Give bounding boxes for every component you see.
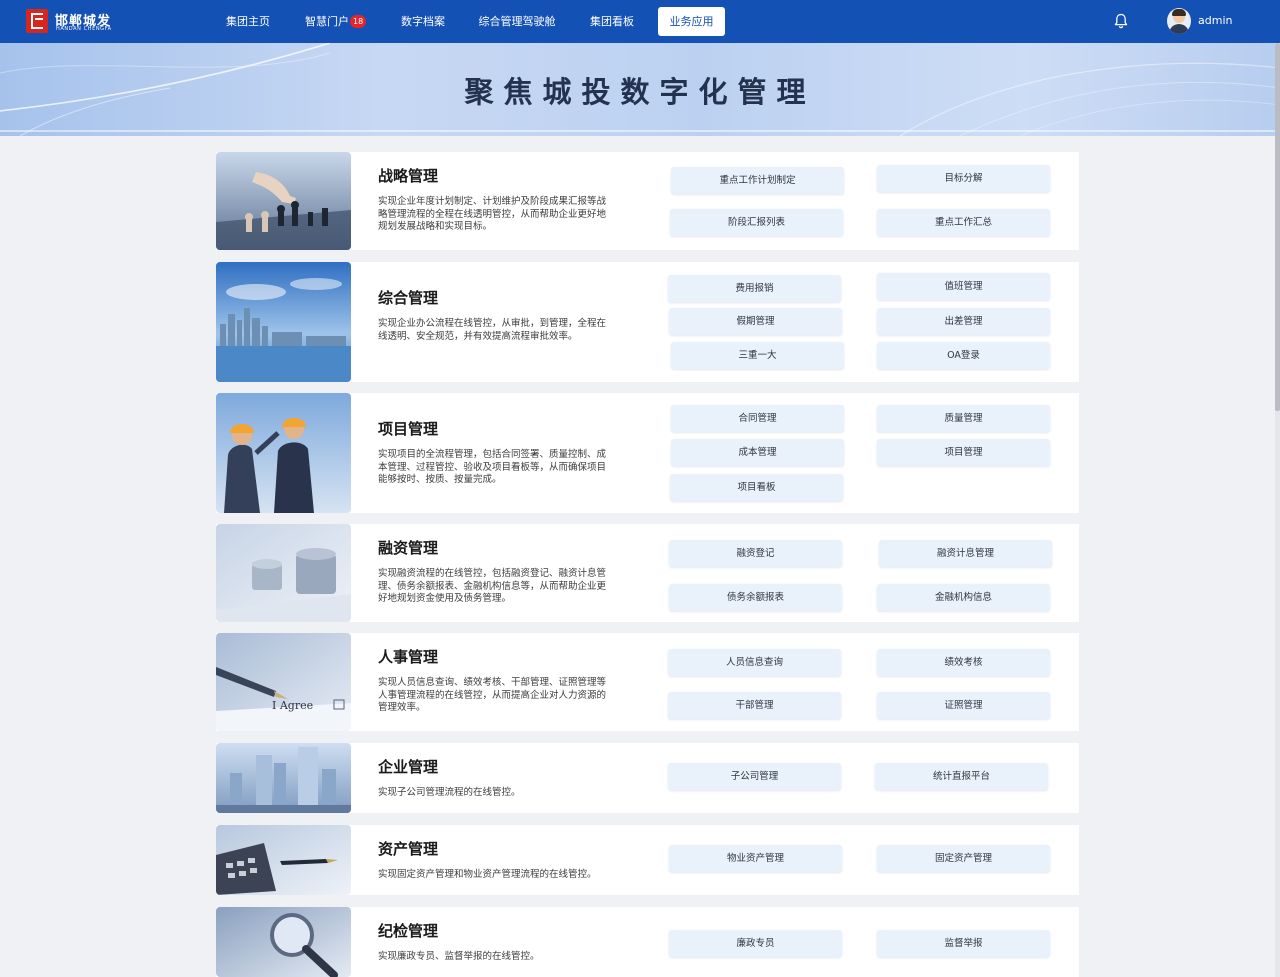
nav-digital-archive[interactable]: 数字档案 xyxy=(397,7,449,36)
username-label[interactable]: admin xyxy=(1198,14,1232,27)
notification-count-badge: 18 xyxy=(350,15,367,28)
link-financial-institution-info[interactable]: 金融机构信息 xyxy=(877,584,1050,611)
banner-title: 聚焦城投数字化管理 xyxy=(464,75,816,109)
link-quality-management[interactable]: 质量管理 xyxy=(877,405,1050,432)
link-subsidiary-management[interactable]: 子公司管理 xyxy=(668,763,841,790)
module-description: 实现项目的全流程管理，包括合同签署、质量控制、成本管理、过程管控、验收及项目看板… xyxy=(378,449,607,485)
module-title: 综合管理 xyxy=(378,289,439,307)
user-avatar[interactable] xyxy=(1167,8,1191,34)
link-project-board[interactable]: 项目看板 xyxy=(670,474,843,501)
module-title: 战略管理 xyxy=(378,167,439,185)
link-debt-balance-report[interactable]: 债务余额报表 xyxy=(669,584,842,611)
link-key-work-summary[interactable]: 重点工作汇总 xyxy=(877,209,1050,236)
logo-english-name: HANDAN CHENGFA xyxy=(56,26,112,32)
project-engineers-photo xyxy=(216,393,351,513)
link-duty-management[interactable]: 值班管理 xyxy=(877,273,1050,300)
logo-mark-icon xyxy=(26,9,48,33)
module-card-hr: I Agree 人事管理 实现人员信息查询、绩效考核、干部管理、证照管理等人事管… xyxy=(216,633,1079,731)
link-performance-review[interactable]: 绩效考核 xyxy=(877,649,1050,676)
page-banner: 聚焦城投数字化管理 xyxy=(0,43,1280,136)
nav-business-apps[interactable]: 业务应用 xyxy=(658,7,725,36)
link-cadre-management[interactable]: 干部管理 xyxy=(668,692,841,719)
module-description: 实现廉政专员、监督举报的在线管控。 xyxy=(378,951,540,962)
module-description: 实现融资流程的在线管控，包括融资登记、融资计息管理、债务余额报表、金融机构信息等… xyxy=(378,568,607,604)
link-statistics-reporting[interactable]: 统计直报平台 xyxy=(875,763,1048,790)
nav-smart-portal[interactable]: 智慧门户 18 xyxy=(305,7,367,36)
module-title: 融资管理 xyxy=(378,539,439,557)
link-business-trip[interactable]: 出差管理 xyxy=(877,308,1050,335)
module-title: 纪检管理 xyxy=(378,922,439,940)
company-logo[interactable]: 邯郸城发 HANDAN CHENGFA xyxy=(26,9,126,35)
module-title: 资产管理 xyxy=(378,840,439,858)
link-expense-reimbursement[interactable]: 费用报销 xyxy=(668,275,841,302)
photo-agree-text: I Agree xyxy=(272,699,313,712)
enterprise-buildings-photo xyxy=(216,743,351,813)
link-financing-registration[interactable]: 融资登记 xyxy=(669,540,842,567)
link-leave-management[interactable]: 假期管理 xyxy=(669,308,842,335)
module-title: 人事管理 xyxy=(378,648,439,666)
link-three-major-one-large[interactable]: 三重一大 xyxy=(671,342,844,369)
top-navigation-bar: 邯郸城发 HANDAN CHENGFA 集团主页 智慧门户 18 数字档案 综合管… xyxy=(0,0,1280,43)
link-key-work-plan[interactable]: 重点工作计划制定 xyxy=(671,167,844,194)
module-description: 实现企业办公流程在线管控，从审批，到管理，全程在线透明、安全规范，并有效提高流程… xyxy=(378,318,607,342)
link-financing-interest[interactable]: 融资计息管理 xyxy=(879,540,1052,567)
link-personnel-query[interactable]: 人员信息查询 xyxy=(668,649,841,676)
module-card-assets: 资产管理 实现固定资产管理和物业资产管理流程的在线管控。 物业资产管理 固定资产… xyxy=(216,825,1079,895)
module-title: 项目管理 xyxy=(378,420,439,438)
bell-icon[interactable] xyxy=(1112,12,1130,30)
link-contract-management[interactable]: 合同管理 xyxy=(671,405,844,432)
module-description: 实现固定资产管理和物业资产管理流程的在线管控。 xyxy=(378,869,597,880)
hr-signature-photo: I Agree xyxy=(216,633,351,731)
nav-group-dashboard[interactable]: 集团看板 xyxy=(586,7,638,36)
module-title: 企业管理 xyxy=(378,758,439,776)
link-integrity-commissioner[interactable]: 廉政专员 xyxy=(669,930,842,957)
link-supervision-report[interactable]: 监督举报 xyxy=(877,930,1050,957)
nav-group-home[interactable]: 集团主页 xyxy=(222,7,274,36)
link-stage-report-list[interactable]: 阶段汇报列表 xyxy=(670,209,843,236)
nav-management-cockpit[interactable]: 综合管理驾驶舱 xyxy=(478,7,556,36)
module-card-financing: 融资管理 实现融资流程的在线管控，包括融资登记、融资计息管理、债务余额报表、金融… xyxy=(216,524,1079,622)
link-oa-login[interactable]: OA登录 xyxy=(877,342,1050,369)
financing-coins-photo xyxy=(216,524,351,622)
link-project-management[interactable]: 项目管理 xyxy=(877,439,1050,466)
link-goal-breakdown[interactable]: 目标分解 xyxy=(877,165,1050,192)
link-fixed-asset-management[interactable]: 固定资产管理 xyxy=(877,845,1050,872)
general-city-skyline-photo xyxy=(216,262,351,382)
module-description: 实现子公司管理流程的在线管控。 xyxy=(378,787,521,798)
module-card-strategy: 战略管理 实现企业年度计划制定、计划维护及阶段成果汇报等战略管理流程的全程在线透… xyxy=(216,152,1079,250)
discipline-magnifier-photo xyxy=(216,907,351,977)
module-description: 实现人员信息查询、绩效考核、干部管理、证照管理等人事管理流程的在线管控，从而提高… xyxy=(378,677,607,713)
link-property-asset-management[interactable]: 物业资产管理 xyxy=(669,845,842,872)
module-card-project: 项目管理 实现项目的全流程管理，包括合同签署、质量控制、成本管理、过程管控、验收… xyxy=(216,393,1079,513)
module-card-discipline: 纪检管理 实现廉政专员、监督举报的在线管控。 廉政专员 监督举报 xyxy=(216,907,1079,977)
page-scrollbar-thumb[interactable] xyxy=(1275,43,1280,411)
link-cost-management[interactable]: 成本管理 xyxy=(671,439,844,466)
module-description: 实现企业年度计划制定、计划维护及阶段成果汇报等战略管理流程的全程在线透明管控，从… xyxy=(378,196,607,232)
module-card-enterprise: 企业管理 实现子公司管理流程的在线管控。 子公司管理 统计直报平台 xyxy=(216,743,1079,813)
strategy-chess-photo xyxy=(216,152,351,250)
module-card-general: 综合管理 实现企业办公流程在线管控，从审批，到管理，全程在线透明、安全规范，并有… xyxy=(216,262,1079,382)
assets-calculator-photo xyxy=(216,825,351,895)
link-license-management[interactable]: 证照管理 xyxy=(877,692,1050,719)
